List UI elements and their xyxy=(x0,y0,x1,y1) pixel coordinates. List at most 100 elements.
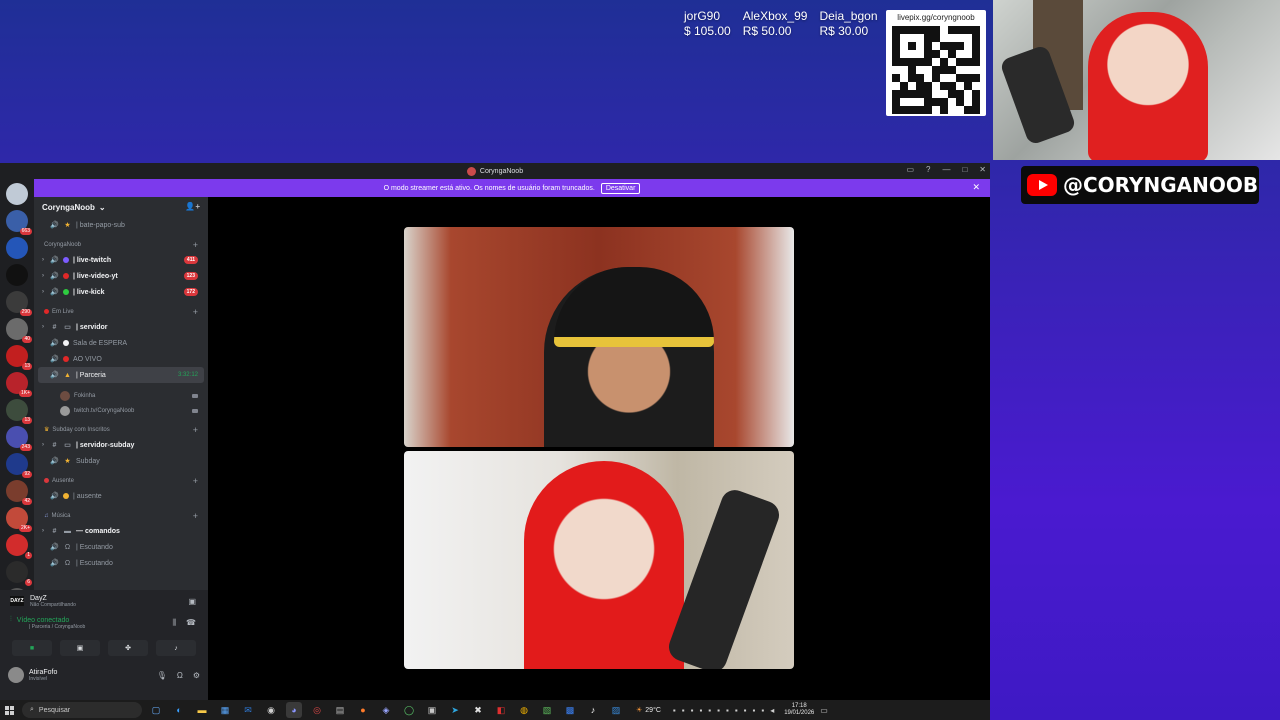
add-channel-icon[interactable]: + xyxy=(193,307,198,317)
task-view-icon[interactable]: ▢ xyxy=(148,702,164,718)
tiktok-icon[interactable]: ♪ xyxy=(585,702,601,718)
app-icon[interactable]: ◈ xyxy=(378,702,394,718)
taskbar-clock[interactable]: 17:18 19/01/2026 xyxy=(784,703,814,717)
edge-icon[interactable]: ◐ xyxy=(171,702,187,718)
obs-icon[interactable]: ◎ xyxy=(309,702,325,718)
tray-icon[interactable]: ▪ xyxy=(691,706,694,715)
app-icon[interactable]: ✖ xyxy=(470,702,486,718)
minimize-button[interactable]: — xyxy=(942,165,950,174)
channel-escutando[interactable]: 🔊 Ω | Escutando xyxy=(38,539,204,555)
noise-suppression-icon[interactable]: ⫼ xyxy=(172,618,176,628)
channel-parceria[interactable]: 🔊 ▲ | Parceria 3:32:12 xyxy=(38,367,204,383)
maximize-button[interactable]: □ xyxy=(962,165,967,174)
share-screen-icon[interactable]: ▣ xyxy=(188,597,196,606)
app-icon[interactable]: ▧ xyxy=(539,702,555,718)
start-button[interactable] xyxy=(0,700,18,720)
camera-button[interactable]: ■ xyxy=(12,640,52,656)
tray-icon[interactable]: ▪ xyxy=(717,706,720,715)
server-icon[interactable] xyxy=(6,183,28,205)
explorer-icon[interactable]: ▬ xyxy=(194,702,210,718)
add-channel-icon[interactable]: + xyxy=(193,476,198,486)
video-tile[interactable] xyxy=(404,451,794,669)
inbox-icon[interactable]: ▭ xyxy=(906,165,914,174)
tray-icon[interactable]: ▪ xyxy=(708,706,711,715)
server-icon[interactable]: 1 xyxy=(6,534,32,559)
channel-servidor[interactable]: › # ▭ | servidor xyxy=(38,319,204,335)
connection-channel[interactable]: | Parceria / CoryngaNoob xyxy=(10,624,198,630)
server-icon[interactable] xyxy=(6,264,28,286)
channel-live-kick[interactable]: › 🔊 | live-kick 172 xyxy=(38,284,204,300)
screen-share-button[interactable]: ▣ xyxy=(60,640,100,656)
disconnect-icon[interactable]: ☎ xyxy=(186,618,196,628)
channel-ao-vivo[interactable]: 🔊 AO VIVO xyxy=(38,351,204,367)
server-icon[interactable]: 13 xyxy=(6,399,32,424)
app-icon[interactable]: ▤ xyxy=(332,702,348,718)
channel-comandos[interactable]: › # ▬ — comandos xyxy=(38,523,204,539)
invite-icon[interactable]: 👤+ xyxy=(185,202,200,211)
channel-live-video-yt[interactable]: › 🔊 | live-video-yt 123 xyxy=(38,268,204,284)
category-musica[interactable]: ♫ Música + xyxy=(38,508,204,523)
voice-user[interactable]: Fokinha xyxy=(38,388,204,403)
app-icon[interactable]: ▩ xyxy=(562,702,578,718)
tray-icon[interactable]: ▪ xyxy=(744,706,747,715)
current-user[interactable]: AtiraFofo Invisível 🎙 Ω ⚙ xyxy=(0,662,208,688)
close-button[interactable]: ✕ xyxy=(979,165,986,174)
server-icon[interactable]: 42 xyxy=(6,480,32,505)
server-icon[interactable]: 243 xyxy=(6,426,32,451)
steam-icon[interactable]: ◉ xyxy=(263,702,279,718)
soundboard-button[interactable]: ♪ xyxy=(156,640,196,656)
xbox-icon[interactable]: ◯ xyxy=(401,702,417,718)
channel-servidor-subday[interactable]: › # ▭ | servidor-subday xyxy=(38,437,204,453)
outlook-icon[interactable]: ✉ xyxy=(240,702,256,718)
app-icon[interactable]: ▣ xyxy=(424,702,440,718)
channel-sala-de-espera[interactable]: 🔊 Sala de ESPERA xyxy=(38,335,204,351)
app-icon[interactable]: ◧ xyxy=(493,702,509,718)
weather-widget[interactable]: ☀ 29°C xyxy=(636,706,661,715)
category-ausente[interactable]: Ausente + xyxy=(38,473,204,488)
server-icon[interactable]: 2K+ xyxy=(6,507,32,532)
server-icon[interactable]: 663 xyxy=(6,210,32,235)
add-channel-icon[interactable]: + xyxy=(193,240,198,250)
category-coryngnoob[interactable]: CoryngaNoob + xyxy=(38,237,204,252)
guild-header[interactable]: CoryngaNoob ⌄ 👤+ xyxy=(34,197,208,217)
server-icon[interactable]: 40 xyxy=(6,318,32,343)
category-em-live[interactable]: Em Live + xyxy=(38,304,204,319)
notification-icon[interactable]: ▭ xyxy=(820,706,828,715)
channel-bate-papo-sub[interactable]: 🔊 ★ | bate-papo-sub xyxy=(38,217,204,233)
voice-user[interactable]: twitch.tv/CoryngaNoob xyxy=(38,403,204,418)
category-subday[interactable]: ♛ Subday com Inscritos + xyxy=(38,422,204,437)
taskbar-search[interactable]: ⌕ Pesquisar xyxy=(22,702,142,718)
server-icon[interactable]: 13 xyxy=(6,345,32,370)
chrome-icon[interactable]: ◍ xyxy=(516,702,532,718)
channel-escutando[interactable]: 🔊 Ω | Escutando xyxy=(38,555,204,571)
connection-title[interactable]: Vídeo conectado xyxy=(17,617,70,624)
gear-icon[interactable]: ⚙ xyxy=(193,671,200,680)
volume-icon[interactable]: ◂ xyxy=(770,706,774,715)
channel-ausente[interactable]: 🔊 | ausente xyxy=(38,488,204,504)
server-icon[interactable]: 290 xyxy=(6,291,32,316)
channel-subday[interactable]: 🔊 ★ Subday xyxy=(38,453,204,469)
game-activity[interactable]: DAYZ DayZ Não Compartilhando ▣ xyxy=(0,590,208,612)
server-icon[interactable]: 1K+ xyxy=(6,372,32,397)
tray-icon[interactable]: ▪ xyxy=(735,706,738,715)
microphone-icon[interactable]: 🎙 xyxy=(157,671,167,680)
activities-button[interactable]: ✤ xyxy=(108,640,148,656)
server-icon[interactable] xyxy=(6,237,28,259)
close-icon[interactable]: ✕ xyxy=(972,182,980,193)
headphones-icon[interactable]: Ω xyxy=(177,671,183,680)
tray-icon[interactable]: ▪ xyxy=(682,706,685,715)
server-icon[interactable]: 92 xyxy=(6,453,32,478)
add-channel-icon[interactable]: + xyxy=(193,511,198,521)
disable-streamer-button[interactable]: Desativar xyxy=(600,182,641,194)
tray-icon[interactable]: ▪ xyxy=(699,706,702,715)
channel-live-twitch[interactable]: › 🔊 | live-twitch 411 xyxy=(38,252,204,268)
tray-icon[interactable]: ▪ xyxy=(753,706,756,715)
video-tile[interactable] xyxy=(404,227,794,447)
help-icon[interactable]: ? xyxy=(926,165,930,174)
app-icon[interactable]: ▨ xyxy=(608,702,624,718)
add-channel-icon[interactable]: + xyxy=(193,425,198,435)
tray-icon[interactable]: ▪ xyxy=(673,706,676,715)
tray-icon[interactable]: ▪ xyxy=(761,706,764,715)
tray-icon[interactable]: ▪ xyxy=(726,706,729,715)
store-icon[interactable]: ▦ xyxy=(217,702,233,718)
